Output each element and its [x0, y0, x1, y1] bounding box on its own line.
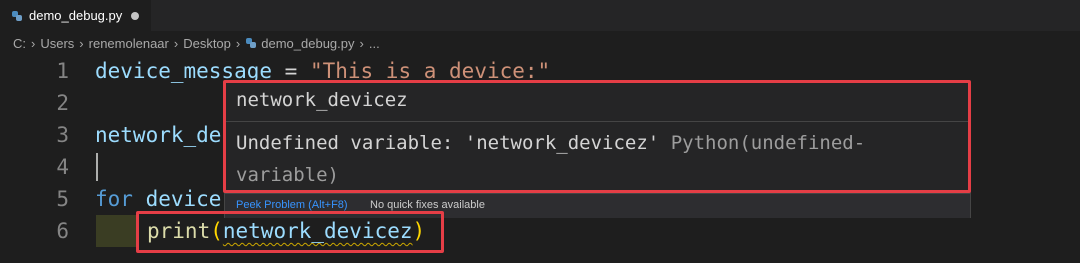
line-number: 6: [56, 219, 69, 243]
chevron-right-icon: ›: [79, 35, 84, 51]
tab-filename: demo_debug.py: [29, 8, 123, 23]
breadcrumb-item-drive[interactable]: C:: [13, 36, 26, 51]
indent-highlight: [96, 215, 138, 247]
breadcrumb-item-users[interactable]: Users: [40, 36, 74, 51]
line-number: 2: [56, 91, 69, 115]
breadcrumb-item-file[interactable]: demo_debug.py: [261, 36, 354, 51]
chevron-right-icon: ›: [359, 35, 364, 51]
line-number: 3: [56, 123, 69, 147]
line-number: 5: [56, 187, 69, 211]
line-number: 1: [56, 59, 69, 83]
tab-bar: demo_debug.py: [0, 0, 1080, 31]
chevron-right-icon: ›: [235, 35, 241, 51]
breadcrumb-item-symbol[interactable]: ...: [369, 36, 380, 51]
annotation-box-hover: [223, 80, 971, 193]
breadcrumb-item-desktop[interactable]: Desktop: [183, 36, 231, 51]
code-text[interactable]: network_de: [95, 119, 221, 151]
chevron-right-icon: ›: [31, 35, 36, 51]
code-token-variable: device: [132, 187, 222, 211]
line-number: 4: [56, 155, 69, 179]
breadcrumb: C: › Users › renemolenaar › Desktop › de…: [0, 31, 1080, 55]
python-file-icon: [246, 38, 257, 48]
no-quick-fixes-label: No quick fixes available: [370, 199, 485, 211]
chevron-right-icon: ›: [173, 35, 179, 51]
text-cursor: [96, 153, 98, 181]
code-token-keyword: for: [95, 187, 133, 211]
breadcrumb-item-user[interactable]: renemolenaar: [89, 36, 169, 51]
annotation-box-print-line: [136, 211, 444, 253]
tab-demo-debug[interactable]: demo_debug.py: [0, 0, 151, 31]
python-file-icon: [12, 10, 22, 21]
code-token-variable: network_de: [95, 123, 222, 147]
unsaved-dot-icon[interactable]: [131, 11, 140, 20]
peek-problem-link[interactable]: Peek Problem (Alt+F8): [236, 199, 348, 211]
